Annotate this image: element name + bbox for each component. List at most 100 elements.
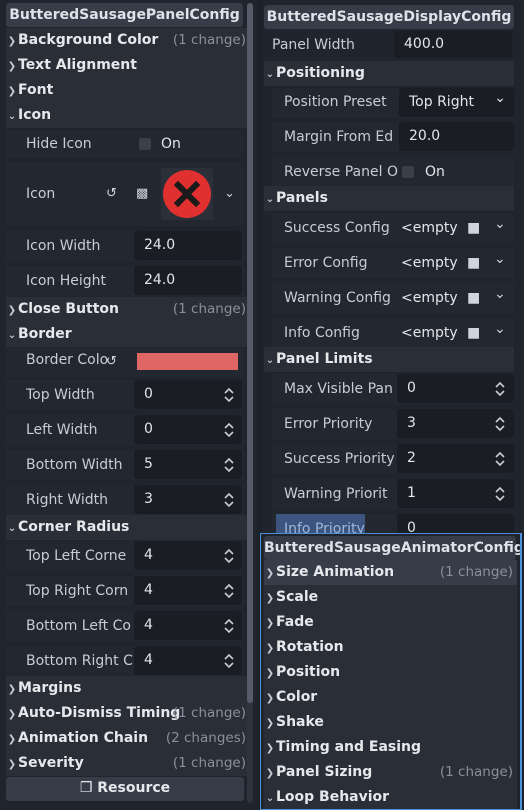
revert-icon[interactable]: ↺	[106, 349, 117, 375]
prop-error-priority: Error Priority 3	[272, 409, 514, 439]
prop-top-right-corner: Top Right Corn 4	[6, 576, 244, 606]
chevron-down-icon: ⌄	[265, 194, 275, 205]
prop-warning-config: Warning Config <empty ■ ⌄	[272, 283, 514, 313]
section-panels[interactable]: ⌄ Panels	[264, 186, 514, 211]
info-priority-field[interactable]: 0	[397, 514, 514, 533]
section-font[interactable]: ❯ Font	[6, 78, 250, 103]
prop-border-color: Border Colo ↺	[6, 347, 244, 377]
error-config-field[interactable]: <empty	[401, 248, 458, 278]
spinner-icon[interactable]	[224, 617, 234, 635]
spinner-icon[interactable]	[495, 380, 505, 398]
section-margins[interactable]: ❯ Margins	[6, 676, 250, 701]
chevron-down-icon[interactable]: ⌄	[494, 244, 506, 274]
folder-icon[interactable]: ■	[467, 248, 480, 278]
resource-button[interactable]: ❒ Resource	[6, 777, 244, 801]
prop-hide-icon: Hide Icon On	[6, 130, 244, 158]
spinner-icon[interactable]	[495, 415, 505, 433]
chevron-right-icon: ❯	[7, 709, 17, 720]
chevron-right-icon: ❯	[265, 643, 275, 654]
animator-config-title: ButteredSausageAnimatorConfig	[264, 536, 520, 560]
scrollbar[interactable]	[247, 3, 253, 803]
section-animation-chain[interactable]: ❯ Animation Chain (2 changes)	[6, 726, 250, 751]
spinner-icon[interactable]	[224, 456, 234, 474]
reverse-panel-checkbox[interactable]	[402, 166, 414, 178]
folder-icon[interactable]: ■	[467, 283, 480, 313]
spinner-icon[interactable]	[224, 547, 234, 565]
folder-icon[interactable]: ■	[467, 318, 480, 348]
chevron-down-icon[interactable]: ⌄	[494, 279, 506, 309]
section-text-alignment[interactable]: ❯ Text Alignment	[6, 53, 250, 78]
section-close-button[interactable]: ❯ Close Button (1 change)	[6, 297, 250, 322]
chevron-down-icon[interactable]: ⌄	[224, 162, 235, 226]
chevron-down-icon[interactable]: ⌄	[494, 314, 506, 344]
icon-height-field[interactable]: 24.0	[134, 266, 242, 295]
chevron-down-icon: ⌄	[265, 355, 275, 366]
prop-warning-priority: Warning Priorit 1	[272, 479, 514, 509]
animator-config-inspector: ButteredSausageAnimatorConfig ❯ Size Anim…	[260, 533, 522, 810]
prop-reverse-panel: Reverse Panel O On	[272, 157, 514, 187]
chevron-right-icon: ❯	[7, 684, 17, 695]
prop-bottom-width: Bottom Width 5	[6, 450, 244, 480]
spinner-icon[interactable]	[495, 450, 505, 468]
texture-icon[interactable]: ▩	[136, 162, 148, 226]
prop-success-priority: Success Priority 2	[272, 444, 514, 474]
chevron-right-icon: ❯	[265, 618, 275, 629]
hide-icon-checkbox[interactable]	[139, 138, 151, 150]
section-auto-dismiss-timing[interactable]: ❯ Auto-Dismiss Timing (1 change)	[6, 701, 250, 726]
success-config-field[interactable]: <empty	[401, 213, 458, 243]
chevron-right-icon: ❯	[265, 593, 275, 604]
section-border[interactable]: ⌄ Border	[6, 322, 250, 347]
section-icon[interactable]: ⌄ Icon	[6, 103, 250, 128]
section-loop-behavior[interactable]: ⌄ Loop Behavior	[264, 785, 517, 809]
section-positioning[interactable]: ⌄ Positioning	[264, 61, 514, 86]
prop-bottom-left-corner: Bottom Left Co 4	[6, 611, 244, 641]
warning-config-field[interactable]: <empty	[401, 283, 458, 313]
prop-margin-from-edge: Margin From Ed 20.0	[272, 122, 514, 152]
info-config-field[interactable]: <empty	[401, 318, 458, 348]
prop-icon-width: Icon Width 24.0	[6, 231, 244, 261]
margin-from-edge-field[interactable]: 20.0	[399, 122, 514, 151]
spinner-icon[interactable]	[224, 421, 234, 439]
chevron-down-icon: ⌄	[7, 330, 17, 341]
chevron-down-icon[interactable]: ⌄	[494, 209, 506, 239]
display-config-title: ButteredSausageDisplayConfig	[264, 5, 514, 29]
section-fade[interactable]: ❯ Fade	[264, 610, 517, 635]
section-size-animation[interactable]: ❯ Size Animation (1 change)	[264, 560, 517, 585]
panel-config-title: ButteredSausagePanelConfig	[6, 3, 243, 27]
spinner-icon[interactable]	[224, 491, 234, 509]
chevron-down-icon: ⌄	[265, 69, 275, 80]
section-color[interactable]: ❯ Color	[264, 685, 517, 710]
section-position[interactable]: ❯ Position	[264, 660, 517, 685]
prop-top-left-corner: Top Left Corne 4	[6, 541, 244, 571]
border-color-swatch[interactable]	[137, 353, 238, 370]
section-rotation[interactable]: ❯ Rotation	[264, 635, 517, 660]
icon-width-field[interactable]: 24.0	[134, 231, 242, 260]
panel-width-field[interactable]: 400.0	[394, 31, 512, 58]
icon-preview[interactable]	[161, 168, 213, 220]
section-shake[interactable]: ❯ Shake	[264, 710, 517, 735]
section-background-color[interactable]: ❯ Background Color (1 change)	[6, 28, 250, 53]
revert-icon[interactable]: ↺	[106, 162, 117, 226]
chevron-right-icon: ❯	[7, 305, 17, 316]
chevron-right-icon: ❯	[265, 768, 275, 779]
spinner-icon[interactable]	[224, 652, 234, 670]
spinner-icon[interactable]	[224, 386, 234, 404]
spinner-icon[interactable]	[495, 485, 505, 503]
section-panel-sizing[interactable]: ❯ Panel Sizing (1 change)	[264, 760, 517, 785]
chevron-down-icon: ⌄	[7, 523, 17, 534]
chevron-right-icon: ❯	[265, 743, 275, 754]
section-timing-easing[interactable]: ❯ Timing and Easing	[264, 735, 517, 760]
folder-icon[interactable]: ■	[467, 213, 480, 243]
chevron-right-icon: ❯	[265, 693, 275, 704]
section-panel-limits[interactable]: ⌄ Panel Limits	[264, 347, 514, 372]
position-preset-select[interactable]: Top Right ⌄	[399, 88, 514, 117]
scrollbar-thumb[interactable]	[247, 3, 253, 703]
prop-position-preset: Position Preset Top Right ⌄	[272, 88, 514, 118]
spinner-icon[interactable]	[224, 582, 234, 600]
section-scale[interactable]: ❯ Scale	[264, 585, 517, 610]
prop-icon: Icon ↺ ▩ ⌄	[6, 162, 244, 226]
chevron-right-icon: ❯	[265, 568, 275, 579]
section-corner-radius[interactable]: ⌄ Corner Radius	[6, 515, 250, 540]
section-severity[interactable]: ❯ Severity (1 change)	[6, 751, 250, 776]
prop-left-width: Left Width 0	[6, 415, 244, 445]
